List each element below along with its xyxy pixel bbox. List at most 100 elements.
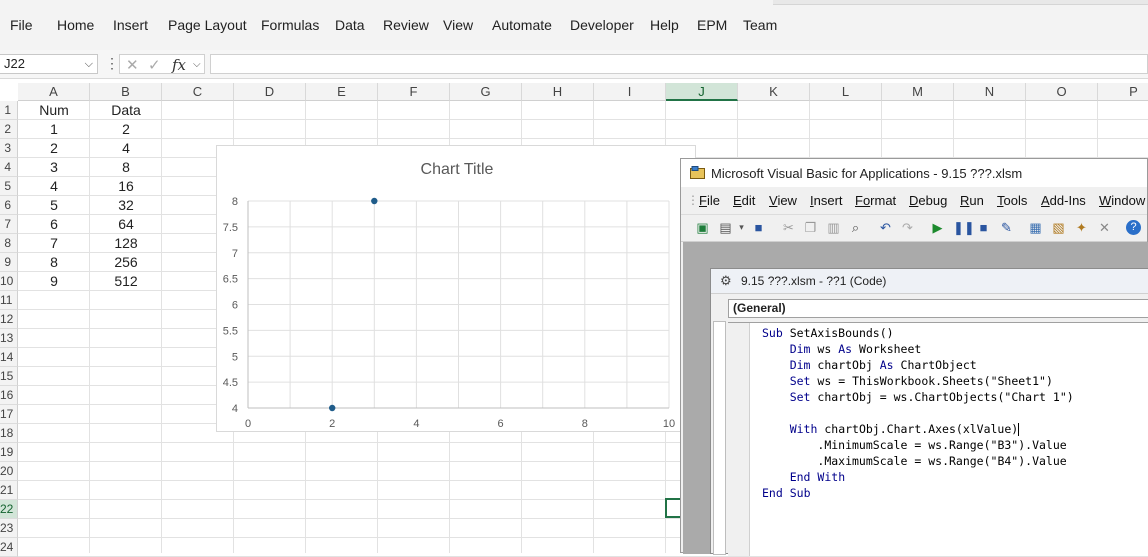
cell[interactable]: 1 — [18, 120, 90, 139]
ribbon-tab-automate[interactable]: Automate — [492, 17, 552, 33]
row-header-17[interactable]: 17 — [0, 405, 18, 424]
row-header-14[interactable]: 14 — [0, 348, 18, 367]
cancel-icon[interactable]: ✕ — [126, 56, 139, 74]
vba-menu-file[interactable]: File — [699, 193, 720, 208]
cell[interactable]: 2 — [90, 120, 162, 139]
cell[interactable]: 64 — [90, 215, 162, 234]
paste-icon[interactable]: ▥ — [826, 220, 841, 235]
chevron-down-icon[interactable]: ▾ — [734, 220, 749, 235]
vba-editor-window[interactable]: Microsoft Visual Basic for Applications … — [680, 158, 1148, 556]
ribbon-tab-formulas[interactable]: Formulas — [261, 17, 319, 33]
column-header-g[interactable]: G — [450, 83, 522, 101]
cell[interactable]: 4 — [18, 177, 90, 196]
save-icon[interactable]: ■ — [751, 220, 766, 235]
row-header-19[interactable]: 19 — [0, 443, 18, 462]
design-mode-icon[interactable]: ✎ — [999, 220, 1014, 235]
column-header-p[interactable]: P — [1098, 83, 1148, 101]
vba-title-bar[interactable]: Microsoft Visual Basic for Applications … — [681, 159, 1147, 187]
find-icon[interactable]: ⌕ — [848, 220, 863, 235]
column-header-n[interactable]: N — [954, 83, 1026, 101]
cell[interactable]: 8 — [90, 158, 162, 177]
row-header-4[interactable]: 4 — [0, 158, 18, 177]
code-line[interactable]: Set chartObj = ws.ChartObjects("Chart 1"… — [762, 389, 1074, 405]
cell[interactable]: 32 — [90, 196, 162, 215]
cell[interactable]: 8 — [18, 253, 90, 272]
more-options-icon[interactable]: ⋮ — [105, 55, 119, 72]
ribbon-tab-epm[interactable]: EPM — [697, 17, 727, 33]
code-line[interactable]: Dim ws As Worksheet — [762, 341, 1074, 357]
row-header-3[interactable]: 3 — [0, 139, 18, 158]
column-header-m[interactable]: M — [882, 83, 954, 101]
code-line[interactable]: Set ws = ThisWorkbook.Sheets("Sheet1") — [762, 373, 1074, 389]
cell[interactable]: 512 — [90, 272, 162, 291]
column-header-f[interactable]: F — [378, 83, 450, 101]
row-header-15[interactable]: 15 — [0, 367, 18, 386]
cell[interactable]: 9 — [18, 272, 90, 291]
chevron-down-icon[interactable]: ⌵ — [193, 59, 201, 70]
row-header-16[interactable]: 16 — [0, 386, 18, 405]
cell[interactable]: Data — [90, 101, 162, 120]
cell[interactable]: Num — [18, 101, 90, 120]
column-header-d[interactable]: D — [234, 83, 306, 101]
vba-menu-add-ins[interactable]: Add-Ins — [1041, 193, 1086, 208]
vba-menu-window[interactable]: Window — [1099, 193, 1145, 208]
code-line[interactable]: With chartObj.Chart.Axes(xlValue) — [762, 421, 1074, 437]
code-text[interactable]: Sub SetAxisBounds() Dim ws As Worksheet … — [762, 325, 1074, 501]
reset-icon[interactable]: ■ — [976, 220, 991, 235]
code-line[interactable]: Sub SetAxisBounds() — [762, 325, 1074, 341]
row-header-5[interactable]: 5 — [0, 177, 18, 196]
cell[interactable]: 7 — [18, 234, 90, 253]
insert-module-icon[interactable]: ▤ — [718, 220, 733, 235]
cell[interactable]: 16 — [90, 177, 162, 196]
column-header-j[interactable]: J — [666, 83, 738, 101]
row-header-20[interactable]: 20 — [0, 462, 18, 481]
cell[interactable]: 3 — [18, 158, 90, 177]
column-header-k[interactable]: K — [738, 83, 810, 101]
column-header-e[interactable]: E — [306, 83, 378, 101]
ribbon-tab-help[interactable]: Help — [650, 17, 679, 33]
ribbon-tab-insert[interactable]: Insert — [113, 17, 148, 33]
cell[interactable]: 2 — [18, 139, 90, 158]
row-header-21[interactable]: 21 — [0, 481, 18, 500]
project-explorer-icon[interactable]: ▦ — [1028, 220, 1043, 235]
formula-input[interactable] — [210, 54, 1148, 74]
run-icon[interactable]: ▶ — [930, 220, 945, 235]
row-header-18[interactable]: 18 — [0, 424, 18, 443]
row-header-2[interactable]: 2 — [0, 120, 18, 139]
break-icon[interactable]: ❚❚ — [953, 220, 975, 235]
row-header-10[interactable]: 10 — [0, 272, 18, 291]
code-line[interactable] — [762, 405, 1074, 421]
enter-icon[interactable]: ✓ — [148, 56, 161, 74]
row-header-9[interactable]: 9 — [0, 253, 18, 272]
code-line[interactable]: End With — [762, 469, 1074, 485]
vba-menu-insert[interactable]: Insert — [810, 193, 843, 208]
vba-menu-format[interactable]: Format — [855, 193, 896, 208]
code-window-title-bar[interactable]: ⚙ 9.15 ???.xlsm - ??1 (Code) — [711, 269, 1148, 294]
copy-icon[interactable]: ❐ — [803, 220, 818, 235]
column-header-b[interactable]: B — [90, 83, 162, 101]
code-line[interactable]: .MinimumScale = ws.Range("B3").Value — [762, 437, 1074, 453]
object-combo[interactable]: (General) — [728, 299, 1148, 318]
column-header-h[interactable]: H — [522, 83, 594, 101]
ribbon-tab-data[interactable]: Data — [335, 17, 365, 33]
cell[interactable]: 128 — [90, 234, 162, 253]
row-header-13[interactable]: 13 — [0, 329, 18, 348]
vba-menu-edit[interactable]: Edit — [733, 193, 755, 208]
vba-menu-run[interactable]: Run — [960, 193, 984, 208]
column-header-a[interactable]: A — [18, 83, 90, 101]
cut-icon[interactable]: ✂ — [781, 220, 796, 235]
code-line[interactable]: Dim chartObj As ChartObject — [762, 357, 1074, 373]
redo-icon[interactable]: ↷ — [900, 220, 915, 235]
chart-object[interactable]: Chart Title 4 4.5 5 5.5 6 6.5 7 7.5 8 0 2 4 6 8 10 — [216, 145, 696, 432]
chevron-down-icon[interactable]: ⌵ — [85, 55, 93, 73]
row-header-11[interactable]: 11 — [0, 291, 18, 310]
cell[interactable]: 6 — [18, 215, 90, 234]
code-line[interactable]: End Sub — [762, 485, 1074, 501]
row-header-6[interactable]: 6 — [0, 196, 18, 215]
excel-view-icon[interactable]: ▣ — [695, 220, 710, 235]
ribbon-tab-review[interactable]: Review — [383, 17, 429, 33]
help-icon[interactable]: ? — [1126, 220, 1141, 235]
vba-menu-tools[interactable]: Tools — [997, 193, 1027, 208]
column-header-l[interactable]: L — [810, 83, 882, 101]
toolbox-icon[interactable]: ✕ — [1097, 220, 1112, 235]
